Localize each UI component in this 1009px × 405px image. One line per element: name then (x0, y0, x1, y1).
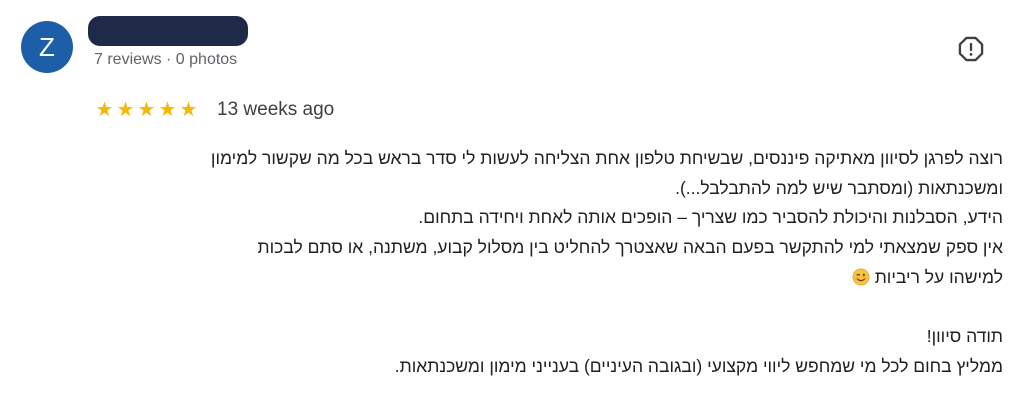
review-line: ממליץ בחום לכל מי שמחפש ליווי מקצועי (וב… (394, 355, 1003, 376)
review-line: אין ספק שמצאתי למי להתקשר בפעם הבאה שאצט… (257, 237, 1004, 258)
rating-row: ★ ★ ★ ★ ★ 13 weeks ago (95, 96, 335, 124)
star-icon: ★ (137, 99, 156, 121)
report-review-button[interactable] (955, 33, 987, 65)
review-line: הידע, הסבלנות והיכולת להסביר כמו שצריך –… (418, 207, 1003, 228)
review-line: למישהו על ריביות (874, 266, 1003, 287)
star-icon: ★ (179, 99, 198, 121)
review-line: תודה סיוון! (926, 326, 1003, 347)
report-flag-icon (958, 36, 984, 62)
review-text: רוצה לפרגן לסיוון מאתיקה פיננסים, שבשיחת… (85, 144, 1003, 382)
winking-face-icon (852, 268, 870, 286)
star-icon: ★ (158, 99, 177, 121)
star-icon: ★ (116, 99, 135, 121)
reviewer-avatar[interactable]: Z (21, 21, 73, 73)
review-line-with-emoji: למישהו על ריביות (85, 263, 1003, 293)
review-date: 13 weeks ago (217, 99, 335, 120)
reviewer-meta[interactable]: 7 reviews · 0 photos (94, 51, 237, 69)
avatar-initial: Z (39, 31, 55, 62)
star-icon: ★ (95, 99, 114, 121)
review-line: ומשכנתאות (ומסתבר שיש למה להתבלבל...). (675, 177, 1003, 198)
star-rating: ★ ★ ★ ★ ★ (95, 100, 198, 120)
review-line: רוצה לפרגן לסיוון מאתיקה פיננסים, שבשיחת… (210, 148, 1003, 168)
reviewer-name-redacted[interactable] (88, 16, 248, 46)
